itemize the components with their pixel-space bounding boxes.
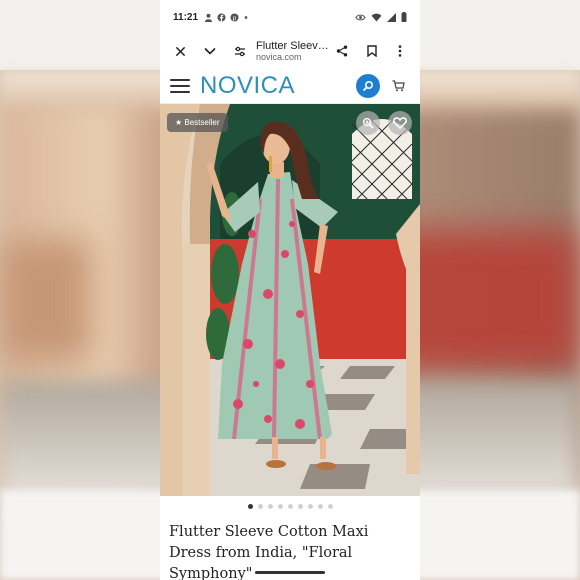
more-options-button[interactable] xyxy=(388,39,412,63)
zoom-in-icon xyxy=(362,117,374,129)
page-title: Flutter Sleeve C... xyxy=(256,39,330,52)
search-button[interactable] xyxy=(356,73,380,98)
account-icon xyxy=(204,13,213,22)
carousel-dot[interactable] xyxy=(267,503,273,509)
carousel-dot[interactable] xyxy=(247,503,253,509)
carousel-dot[interactable] xyxy=(307,503,313,509)
search-icon xyxy=(362,80,374,91)
facebook-icon xyxy=(217,12,226,22)
carousel-dot[interactable] xyxy=(317,503,323,509)
share-icon xyxy=(336,45,348,57)
cart-icon xyxy=(392,79,405,91)
carousel-dot[interactable] xyxy=(287,503,293,509)
wifi-icon xyxy=(371,13,382,22)
carousel-dot[interactable] xyxy=(297,503,303,509)
pinterest-icon: p xyxy=(230,12,239,21)
cart-button[interactable] xyxy=(386,74,410,98)
carousel-indicator xyxy=(160,496,420,516)
favorite-button[interactable] xyxy=(388,111,412,135)
minimize-button[interactable] xyxy=(198,39,222,63)
site-header: NOVICA xyxy=(160,68,420,104)
carousel-dot[interactable] xyxy=(277,503,283,509)
gesture-nav-handle[interactable] xyxy=(255,571,325,574)
menu-icon[interactable] xyxy=(170,78,190,93)
battery-icon xyxy=(401,12,407,22)
share-button[interactable] xyxy=(330,39,354,63)
zoom-button[interactable] xyxy=(356,111,380,135)
signal-icon xyxy=(387,12,396,22)
tune-icon xyxy=(235,46,245,56)
svg-text:p: p xyxy=(233,14,237,21)
bestseller-badge: ★ Bestseller xyxy=(167,113,228,132)
site-settings-button[interactable] xyxy=(228,39,252,63)
phone-screen: 11:21 p Flutter Sleeve C... novica.com xyxy=(160,0,420,580)
dot-icon xyxy=(244,15,248,19)
product-photo xyxy=(160,104,420,496)
novica-logo[interactable]: NOVICA xyxy=(200,72,295,100)
status-bar: 11:21 p xyxy=(160,0,420,34)
more-icon xyxy=(398,45,402,57)
heart-icon xyxy=(393,117,407,129)
carousel-dot[interactable] xyxy=(257,503,263,509)
close-tab-button[interactable] xyxy=(168,39,192,63)
close-icon xyxy=(175,46,185,56)
bookmark-button[interactable] xyxy=(360,39,384,63)
carousel-dot[interactable] xyxy=(327,503,333,509)
chevron-down-icon xyxy=(204,47,216,55)
bookmark-icon xyxy=(367,45,377,57)
eye-icon xyxy=(355,14,366,20)
browser-toolbar: Flutter Sleeve C... novica.com xyxy=(160,34,420,68)
page-domain: novica.com xyxy=(256,52,302,63)
status-time: 11:21 xyxy=(173,11,199,23)
url-field[interactable]: Flutter Sleeve C... novica.com xyxy=(256,40,330,63)
product-image[interactable]: ★ Bestseller xyxy=(160,104,420,496)
